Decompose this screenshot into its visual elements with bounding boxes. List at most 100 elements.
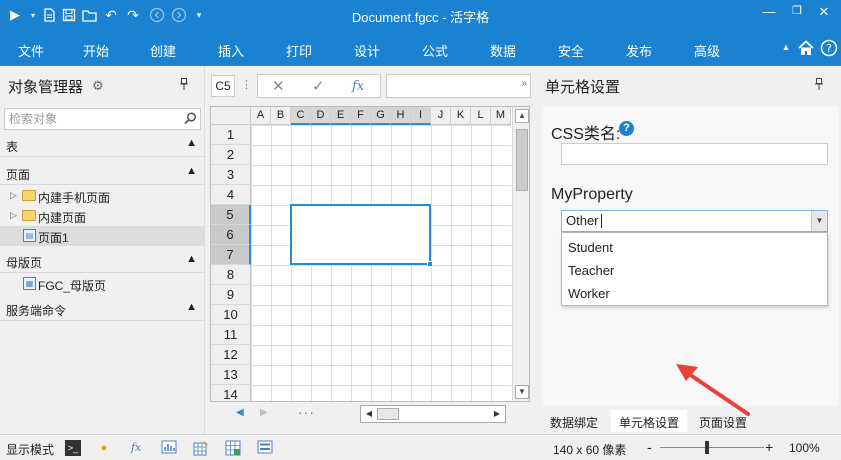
tab-data-binding[interactable]: 数据绑定 bbox=[542, 410, 606, 432]
collapse-ribbon-icon[interactable]: ▲ bbox=[776, 42, 796, 62]
zoom-out-button[interactable]: - bbox=[647, 439, 652, 455]
vertical-scrollbar[interactable]: ▲ ▼ bbox=[512, 107, 529, 401]
column-header[interactable]: J bbox=[431, 107, 451, 125]
menu-design[interactable]: 设计 bbox=[354, 41, 380, 60]
more-icon[interactable]: ⋮ bbox=[241, 78, 252, 91]
section-pages[interactable]: 页面 ▲ bbox=[0, 161, 205, 185]
column-header[interactable]: B bbox=[271, 107, 291, 125]
lightbulb-icon[interactable]: ● bbox=[96, 440, 112, 456]
zoom-in-button[interactable]: + bbox=[765, 439, 773, 455]
scroll-up-icon[interactable]: ▲ bbox=[515, 109, 529, 123]
selected-cell-range[interactable] bbox=[290, 204, 431, 265]
menu-file[interactable]: 文件 bbox=[18, 41, 44, 60]
console-icon[interactable]: >_ bbox=[65, 440, 81, 456]
dropdown-option-worker[interactable]: Worker bbox=[568, 286, 610, 301]
grid-corner[interactable] bbox=[211, 107, 251, 125]
table-edit-icon[interactable] bbox=[193, 440, 209, 456]
object-search-input[interactable]: 检索对象 bbox=[4, 108, 201, 130]
close-icon[interactable]: ✕ bbox=[813, 4, 835, 24]
column-header[interactable]: G bbox=[371, 107, 391, 125]
gear-icon[interactable]: ⚙ bbox=[92, 78, 104, 94]
horizontal-scroll-thumb[interactable] bbox=[377, 408, 399, 420]
section-server-commands[interactable]: 服务端命令 ▲ bbox=[0, 297, 205, 321]
column-header[interactable]: M bbox=[491, 107, 511, 125]
scroll-right-icon[interactable]: ▶ bbox=[491, 408, 503, 420]
row-header[interactable]: 11 bbox=[211, 325, 251, 345]
my-property-combobox[interactable]: Other ▼ bbox=[561, 210, 828, 232]
pin-icon[interactable] bbox=[180, 78, 188, 93]
row-header[interactable]: 2 bbox=[211, 145, 251, 165]
row-header[interactable]: 10 bbox=[211, 305, 251, 325]
form-icon[interactable] bbox=[257, 440, 273, 456]
help-icon[interactable]: ? bbox=[619, 121, 634, 136]
fill-handle[interactable] bbox=[427, 261, 433, 267]
column-header[interactable]: A bbox=[251, 107, 271, 125]
vertical-scroll-thumb[interactable] bbox=[516, 129, 528, 191]
menu-insert[interactable]: 插入 bbox=[218, 41, 244, 60]
insert-function-icon[interactable]: fx bbox=[352, 79, 364, 94]
column-header[interactable]: E bbox=[331, 107, 351, 125]
formula-input[interactable]: » bbox=[386, 74, 531, 98]
css-class-input[interactable] bbox=[561, 143, 828, 165]
section-master-pages[interactable]: 母版页 ▲ bbox=[0, 249, 205, 273]
row-header[interactable]: 1 bbox=[211, 125, 251, 145]
search-icon[interactable] bbox=[184, 111, 197, 131]
column-header[interactable]: L bbox=[471, 107, 491, 125]
grid-view-icon[interactable] bbox=[225, 440, 241, 456]
column-header[interactable]: C bbox=[291, 107, 311, 125]
chevron-up-icon[interactable]: ▲ bbox=[186, 165, 197, 177]
cell-reference-box[interactable]: C5 bbox=[211, 75, 235, 97]
menu-create[interactable]: 创建 bbox=[150, 41, 176, 60]
row-header[interactable]: 5 bbox=[211, 205, 251, 225]
cancel-icon[interactable]: ✕ bbox=[272, 77, 285, 95]
menu-publish[interactable]: 发布 bbox=[626, 41, 652, 60]
expand-arrow-icon[interactable]: ▷ bbox=[10, 190, 17, 201]
horizontal-scrollbar[interactable]: ◀ ▶ bbox=[360, 405, 506, 423]
row-header[interactable]: 14 bbox=[211, 385, 251, 401]
minimize-icon[interactable]: — bbox=[758, 4, 780, 24]
row-header[interactable]: 6 bbox=[211, 225, 251, 245]
tab-cell-settings[interactable]: 单元格设置 bbox=[611, 410, 688, 432]
chevron-up-icon[interactable]: ▲ bbox=[186, 253, 197, 265]
column-header[interactable]: D bbox=[311, 107, 331, 125]
chevron-down-icon[interactable]: ▼ bbox=[811, 211, 827, 231]
chevron-up-icon[interactable]: ▲ bbox=[186, 137, 197, 149]
expand-arrow-icon[interactable]: ▷ bbox=[10, 210, 17, 221]
zoom-slider-track[interactable] bbox=[660, 447, 764, 448]
home-icon[interactable] bbox=[796, 39, 816, 59]
row-header[interactable]: 8 bbox=[211, 265, 251, 285]
prev-sheet-icon[interactable]: ◀ bbox=[236, 407, 244, 418]
column-header[interactable]: H bbox=[391, 107, 411, 125]
scroll-down-icon[interactable]: ▼ bbox=[515, 385, 529, 399]
column-header[interactable]: F bbox=[351, 107, 371, 125]
menu-security[interactable]: 安全 bbox=[558, 41, 584, 60]
pin-icon[interactable] bbox=[815, 78, 823, 93]
tree-item-builtin-pages[interactable]: ▷ 内建页面 bbox=[0, 206, 205, 226]
menu-formula[interactable]: 公式 bbox=[422, 41, 448, 60]
column-header[interactable]: I bbox=[411, 107, 431, 125]
more-sheets-icon[interactable]: ··· bbox=[298, 404, 315, 420]
dropdown-option-teacher[interactable]: Teacher bbox=[568, 263, 614, 278]
row-header[interactable]: 9 bbox=[211, 285, 251, 305]
tree-item-mobile-pages[interactable]: ▷ 内建手机页面 bbox=[0, 186, 205, 206]
menu-advanced[interactable]: 高级 bbox=[694, 41, 720, 60]
row-header[interactable]: 7 bbox=[211, 245, 251, 265]
row-header[interactable]: 12 bbox=[211, 345, 251, 365]
restore-icon[interactable]: ❐ bbox=[786, 4, 808, 24]
menu-home[interactable]: 开始 bbox=[83, 41, 109, 60]
spreadsheet-grid[interactable]: ABCDEFGHIJKLM 1 2 3 4 5 6 7 8 9 10 11 12 13 14 ▲ ▼ bbox=[210, 106, 530, 402]
zoom-slider-thumb[interactable] bbox=[705, 441, 709, 454]
section-tables[interactable]: 表 ▲ bbox=[0, 133, 205, 157]
chevron-up-icon[interactable]: ▲ bbox=[186, 301, 197, 313]
help-icon[interactable]: ? bbox=[819, 39, 839, 59]
chart-icon[interactable] bbox=[161, 440, 177, 456]
column-header[interactable]: K bbox=[451, 107, 471, 125]
tab-page-settings[interactable]: 页面设置 bbox=[691, 410, 755, 432]
row-header[interactable]: 3 bbox=[211, 165, 251, 185]
expand-formula-icon[interactable]: » bbox=[521, 78, 527, 89]
next-sheet-icon[interactable]: ▶ bbox=[260, 407, 268, 418]
dropdown-option-student[interactable]: Student bbox=[568, 240, 613, 255]
scroll-left-icon[interactable]: ◀ bbox=[363, 408, 375, 420]
confirm-icon[interactable]: ✓ bbox=[312, 77, 325, 95]
tree-item-page1[interactable]: ▤ 页面1 bbox=[0, 226, 205, 246]
